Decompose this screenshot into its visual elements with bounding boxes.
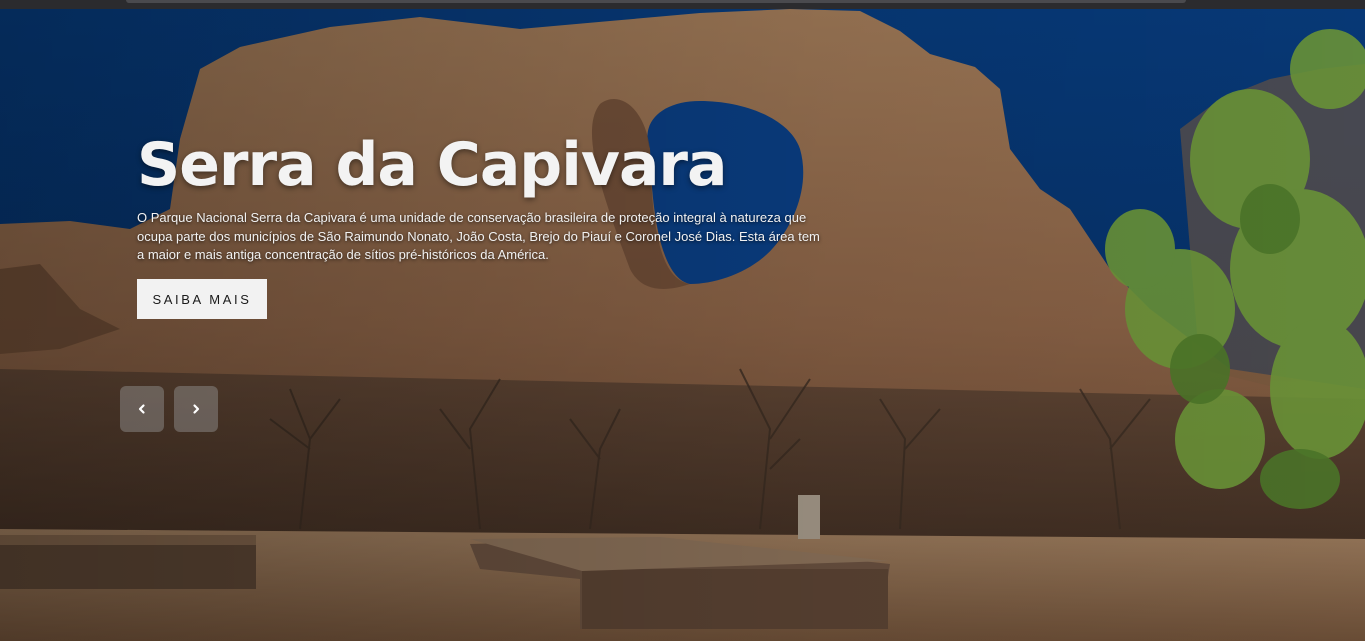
- carousel-next-button[interactable]: [174, 386, 218, 432]
- carousel-prev-button[interactable]: [120, 386, 164, 432]
- hero-banner: [0, 9, 1365, 641]
- hero-content: Serra da Capivara O Parque Nacional Serr…: [137, 125, 827, 265]
- chevron-right-icon: [193, 404, 200, 414]
- hero-description: O Parque Nacional Serra da Capivara é um…: [137, 210, 820, 262]
- browser-top-bar: [0, 0, 1365, 9]
- browser-tab-strip: [126, 0, 1186, 3]
- chevron-left-icon: [138, 404, 145, 414]
- hero-title: Serra da Capivara: [137, 130, 728, 200]
- hero-dark-overlay: [0, 9, 1365, 641]
- saiba-mais-button[interactable]: SAIBA MAIS: [137, 279, 267, 319]
